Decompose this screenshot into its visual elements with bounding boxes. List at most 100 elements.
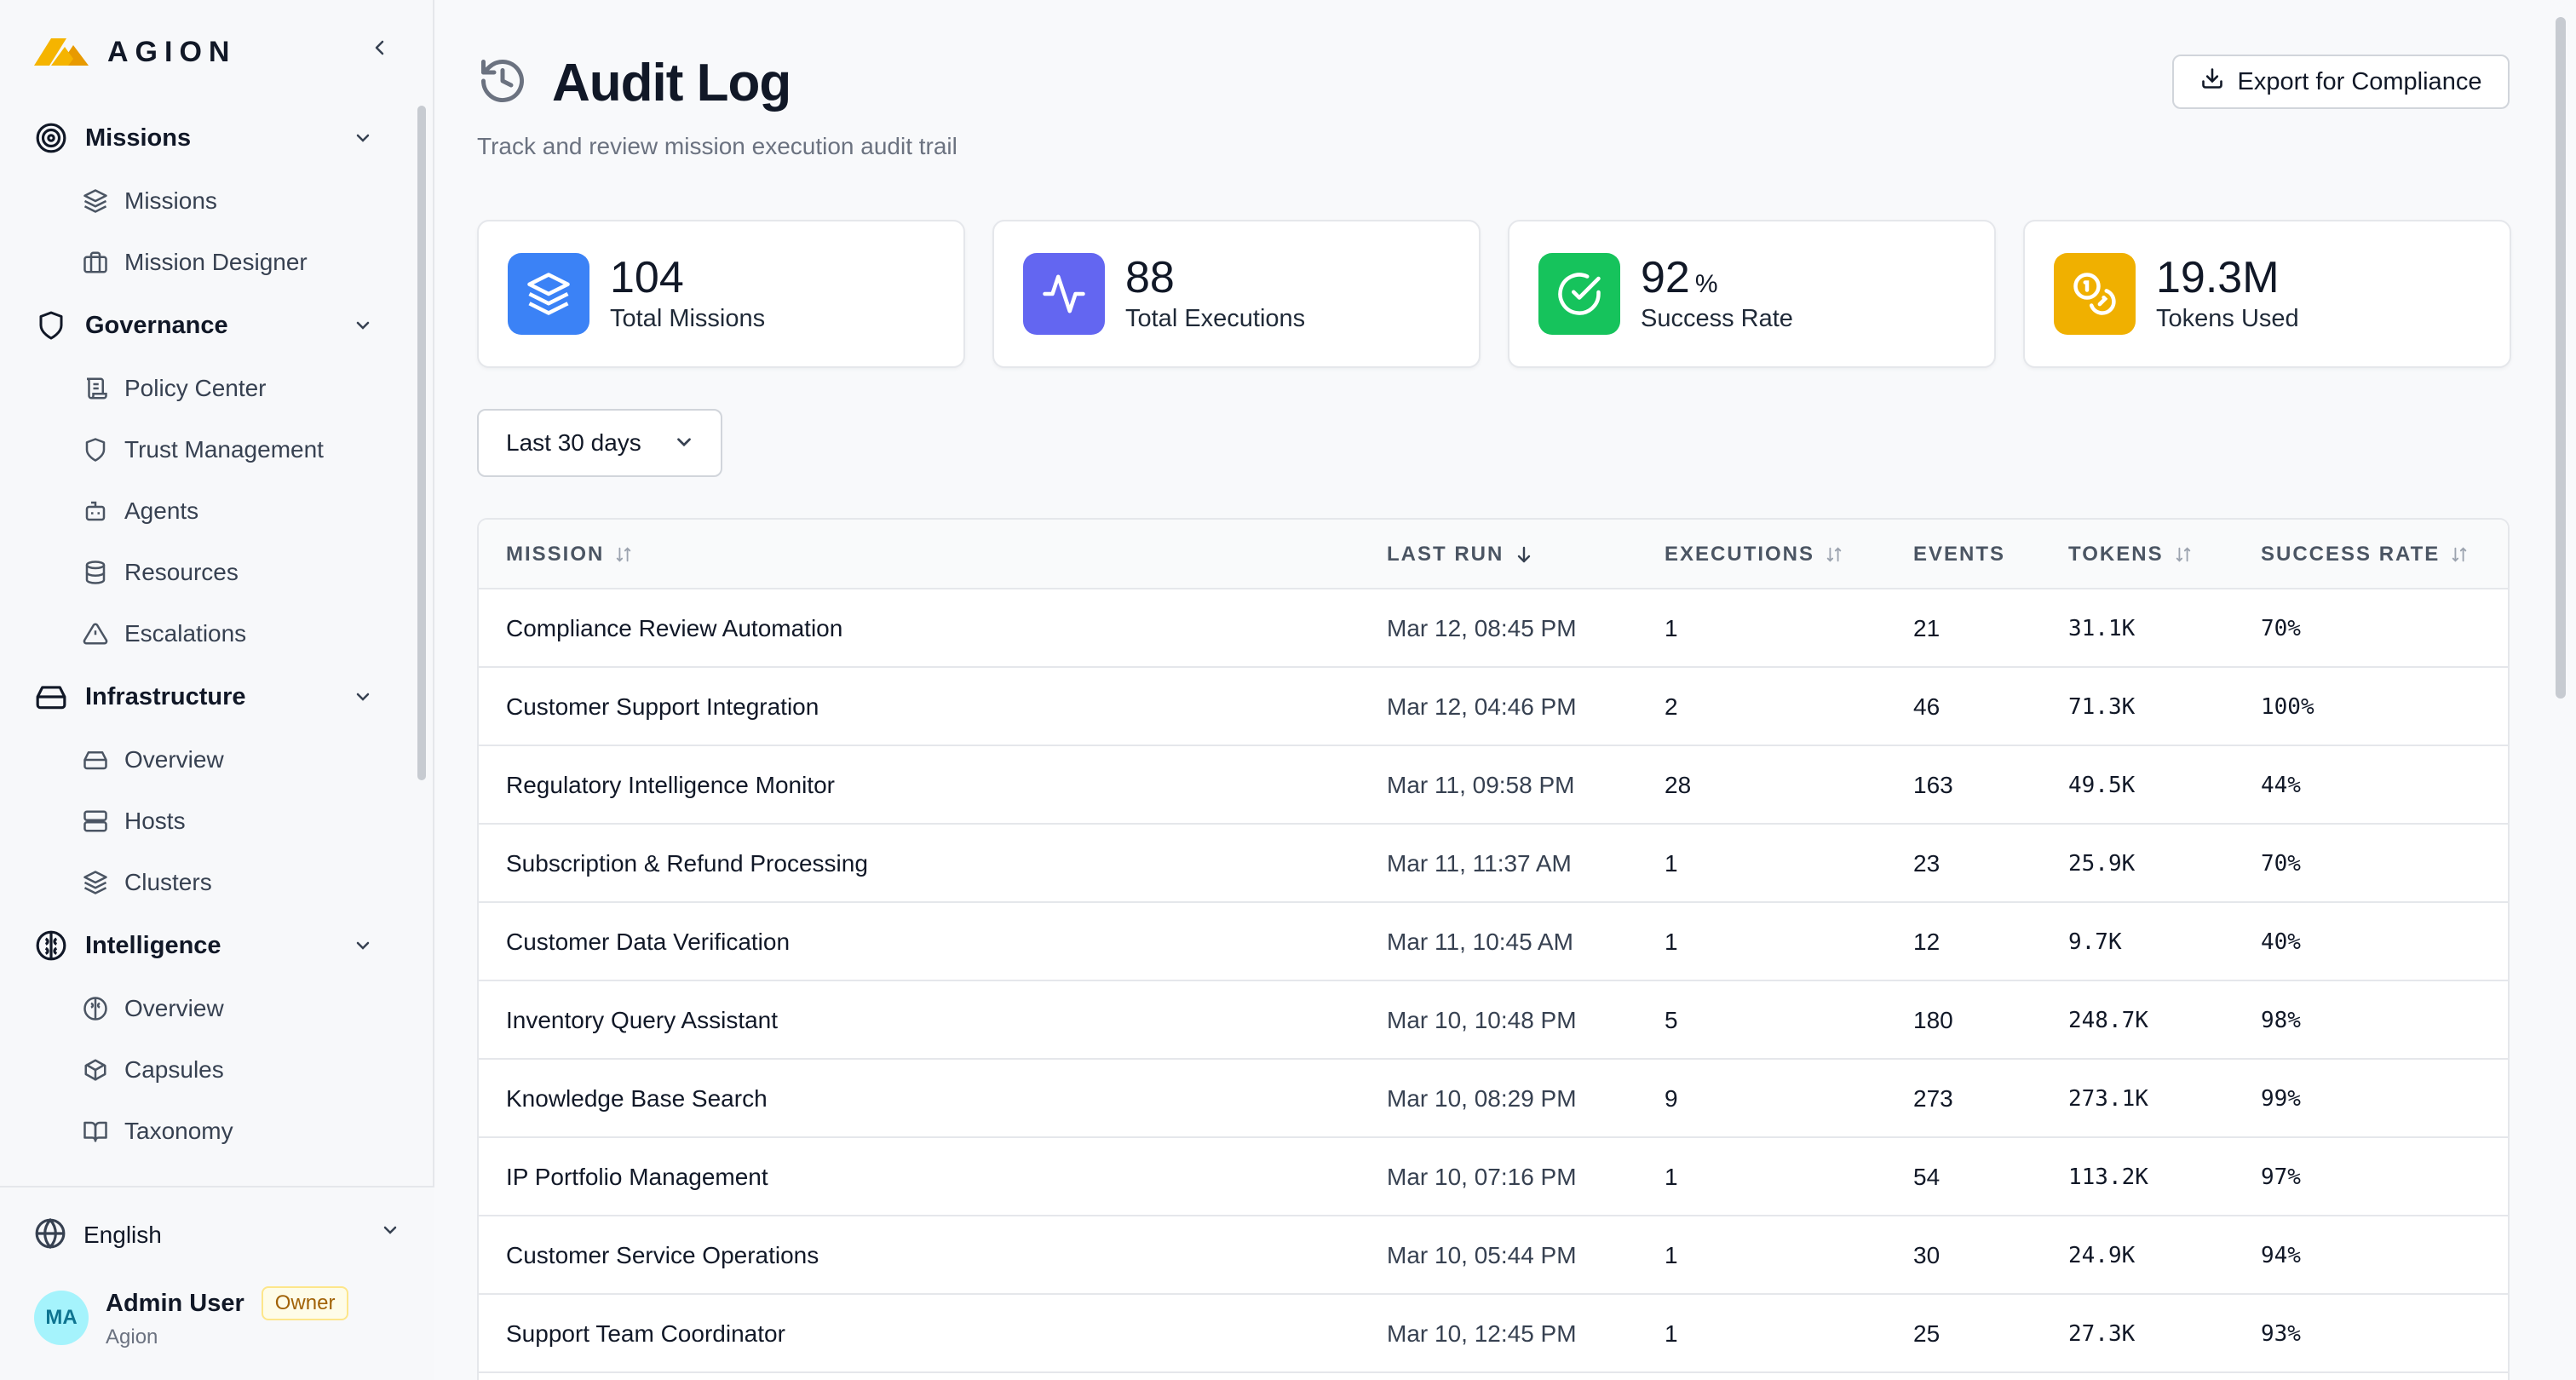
stat-value: 19.3M <box>2156 253 2280 303</box>
cell-last-run: Mar 11, 11:37 AM <box>1387 850 1572 877</box>
cell-last-run: Mar 10, 05:44 PM <box>1387 1242 1577 1268</box>
sidebar: AGION Missions Missions Mission Designer <box>0 0 434 1380</box>
export-for-compliance-button[interactable]: Export for Compliance <box>2172 55 2510 109</box>
stat-card-tokens-used: 19.3M Tokens Used <box>2023 220 2511 368</box>
user-menu[interactable]: MA Admin User Owner Agion <box>34 1286 349 1349</box>
sidebar-item-intel-overview[interactable]: Overview <box>0 978 409 1039</box>
cell-tokens: 9.7K <box>2068 929 2122 955</box>
page-scroll-thumb[interactable] <box>2556 17 2566 699</box>
shield-icon <box>82 436 109 463</box>
table-row[interactable]: Customer Service Operations Mar 10, 05:44… <box>479 1216 2508 1295</box>
stat-card-total-missions: 104 Total Missions <box>477 220 965 368</box>
sidebar-item-trust-management[interactable]: Trust Management <box>0 419 409 480</box>
stat-label: Tokens Used <box>2156 304 2299 332</box>
nav-group-governance: Governance Policy Center Trust Managemen… <box>0 293 409 664</box>
cell-last-run: Mar 10, 08:29 PM <box>1387 1085 1577 1112</box>
sidebar-footer: English MA Admin User Owner Agion <box>0 1186 434 1380</box>
download-icon <box>2200 66 2224 97</box>
cell-executions: 1 <box>1665 929 1678 955</box>
sidebar-item-infra-overview[interactable]: Overview <box>0 729 409 791</box>
stat-label: Total Executions <box>1125 304 1306 332</box>
alert-triangle-icon <box>82 620 109 647</box>
cell-last-run: Mar 10, 12:45 PM <box>1387 1320 1577 1347</box>
briefcase-icon <box>82 249 109 276</box>
stat-text: 88 Total Executions <box>1125 255 1305 333</box>
sidebar-scrollbar[interactable] <box>416 106 428 1186</box>
bot-icon <box>82 497 109 525</box>
cell-events: 180 <box>1913 1007 1953 1033</box>
nav-group-infrastructure-header[interactable]: Infrastructure <box>0 664 409 729</box>
sidebar-scroll-thumb[interactable] <box>417 106 426 780</box>
sidebar-item-policy-center[interactable]: Policy Center <box>0 358 409 419</box>
nav-group-intelligence-header[interactable]: Intelligence <box>0 913 409 978</box>
cell-success-rate: 100% <box>2261 694 2314 720</box>
cell-success-rate: 70% <box>2261 851 2301 877</box>
nav-group-missions-header[interactable]: Missions <box>0 106 409 170</box>
cell-last-run: Mar 10, 07:16 PM <box>1387 1164 1577 1190</box>
sidebar-item-agents[interactable]: Agents <box>0 480 409 542</box>
table-row[interactable]: Customer Data Verification Mar 11, 10:45 … <box>479 903 2508 981</box>
column-label: EXECUTIONS <box>1665 543 1815 566</box>
sidebar-item-label: Trust Management <box>124 436 324 463</box>
table-row[interactable]: Subscription & Refund Processing Mar 11, … <box>479 825 2508 903</box>
cell-success-rate: 93% <box>2261 1321 2301 1347</box>
column-header-mission[interactable]: MISSION <box>506 520 633 589</box>
layers-icon <box>508 253 589 335</box>
cell-mission: IP Portfolio Management <box>506 1164 768 1190</box>
sidebar-item-taxonomy[interactable]: Taxonomy <box>0 1101 409 1162</box>
sidebar-item-label: Agents <box>124 497 199 524</box>
table-row[interactable]: Customer Support Integration Mar 12, 04:4… <box>479 668 2508 746</box>
collapse-sidebar-button[interactable] <box>365 32 395 63</box>
column-header-executions[interactable]: EXECUTIONS <box>1665 520 1843 589</box>
table-row[interactable]: Inventory Query Assistant Mar 10, 10:48 P… <box>479 981 2508 1060</box>
cell-success-rate: 40% <box>2261 929 2301 955</box>
page-header: Audit Log <box>477 53 791 113</box>
column-header-last-run[interactable]: LAST RUN <box>1387 520 1534 589</box>
sidebar-item-capsules[interactable]: Capsules <box>0 1039 409 1101</box>
sidebar-item-missions[interactable]: Missions <box>0 170 409 232</box>
cell-executions: 1 <box>1665 1164 1678 1190</box>
brand-logo[interactable]: AGION <box>34 31 236 73</box>
check-circle-icon <box>1538 253 1620 335</box>
cell-executions: 28 <box>1665 772 1692 798</box>
cell-success-rate: 97% <box>2261 1164 2301 1190</box>
language-label: English <box>83 1222 162 1248</box>
user-name: Admin User <box>106 1289 244 1317</box>
cell-events: 30 <box>1913 1242 1941 1268</box>
globe-icon <box>34 1217 66 1254</box>
table-body: Compliance Review Automation Mar 12, 08:4… <box>479 589 2508 1373</box>
date-range-select[interactable]: Last 30 days <box>477 409 722 477</box>
sort-icon <box>2450 545 2469 564</box>
nav-group-infrastructure: Infrastructure Overview Hosts Clusters <box>0 664 409 913</box>
table-row[interactable]: IP Portfolio Management Mar 10, 07:16 PM 1… <box>479 1138 2508 1216</box>
book-open-icon <box>82 1118 109 1145</box>
column-header-tokens[interactable]: TOKENS <box>2068 520 2193 589</box>
page-scrollbar[interactable] <box>2547 0 2576 1380</box>
table-row[interactable]: Knowledge Base Search Mar 10, 08:29 PM 9 27… <box>479 1060 2508 1138</box>
language-selector[interactable]: English <box>34 1216 400 1254</box>
cell-success-rate: 70% <box>2261 616 2301 641</box>
column-header-events: EVENTS <box>1913 520 2005 589</box>
table-row[interactable]: Compliance Review Automation Mar 12, 08:4… <box>479 589 2508 668</box>
cell-executions: 5 <box>1665 1007 1678 1033</box>
sidebar-item-label: Mission Designer <box>124 249 308 275</box>
cell-events: 163 <box>1913 772 1953 798</box>
cell-events: 46 <box>1913 693 1941 720</box>
sidebar-item-hosts[interactable]: Hosts <box>0 791 409 852</box>
sidebar-item-resources[interactable]: Resources <box>0 542 409 603</box>
cell-last-run: Mar 12, 08:45 PM <box>1387 615 1577 641</box>
table-row[interactable]: Support Team Coordinator Mar 10, 12:45 PM… <box>479 1295 2508 1373</box>
stat-value: 92% <box>1641 253 1718 303</box>
cell-mission: Customer Data Verification <box>506 929 791 955</box>
role-badge: Owner <box>261 1286 349 1320</box>
table-row[interactable]: Regulatory Intelligence Monitor Mar 11, 0… <box>479 746 2508 825</box>
sidebar-item-mission-designer[interactable]: Mission Designer <box>0 232 409 293</box>
sidebar-item-label: Clusters <box>124 869 212 895</box>
column-header-success-rate[interactable]: SUCCESS RATE <box>2261 520 2469 589</box>
layers-icon <box>82 187 109 215</box>
cell-events: 273 <box>1913 1085 1953 1112</box>
sidebar-item-escalations[interactable]: Escalations <box>0 603 409 664</box>
nav-group-governance-header[interactable]: Governance <box>0 293 409 358</box>
sidebar-item-clusters[interactable]: Clusters <box>0 852 409 913</box>
cell-events: 25 <box>1913 1320 1941 1347</box>
